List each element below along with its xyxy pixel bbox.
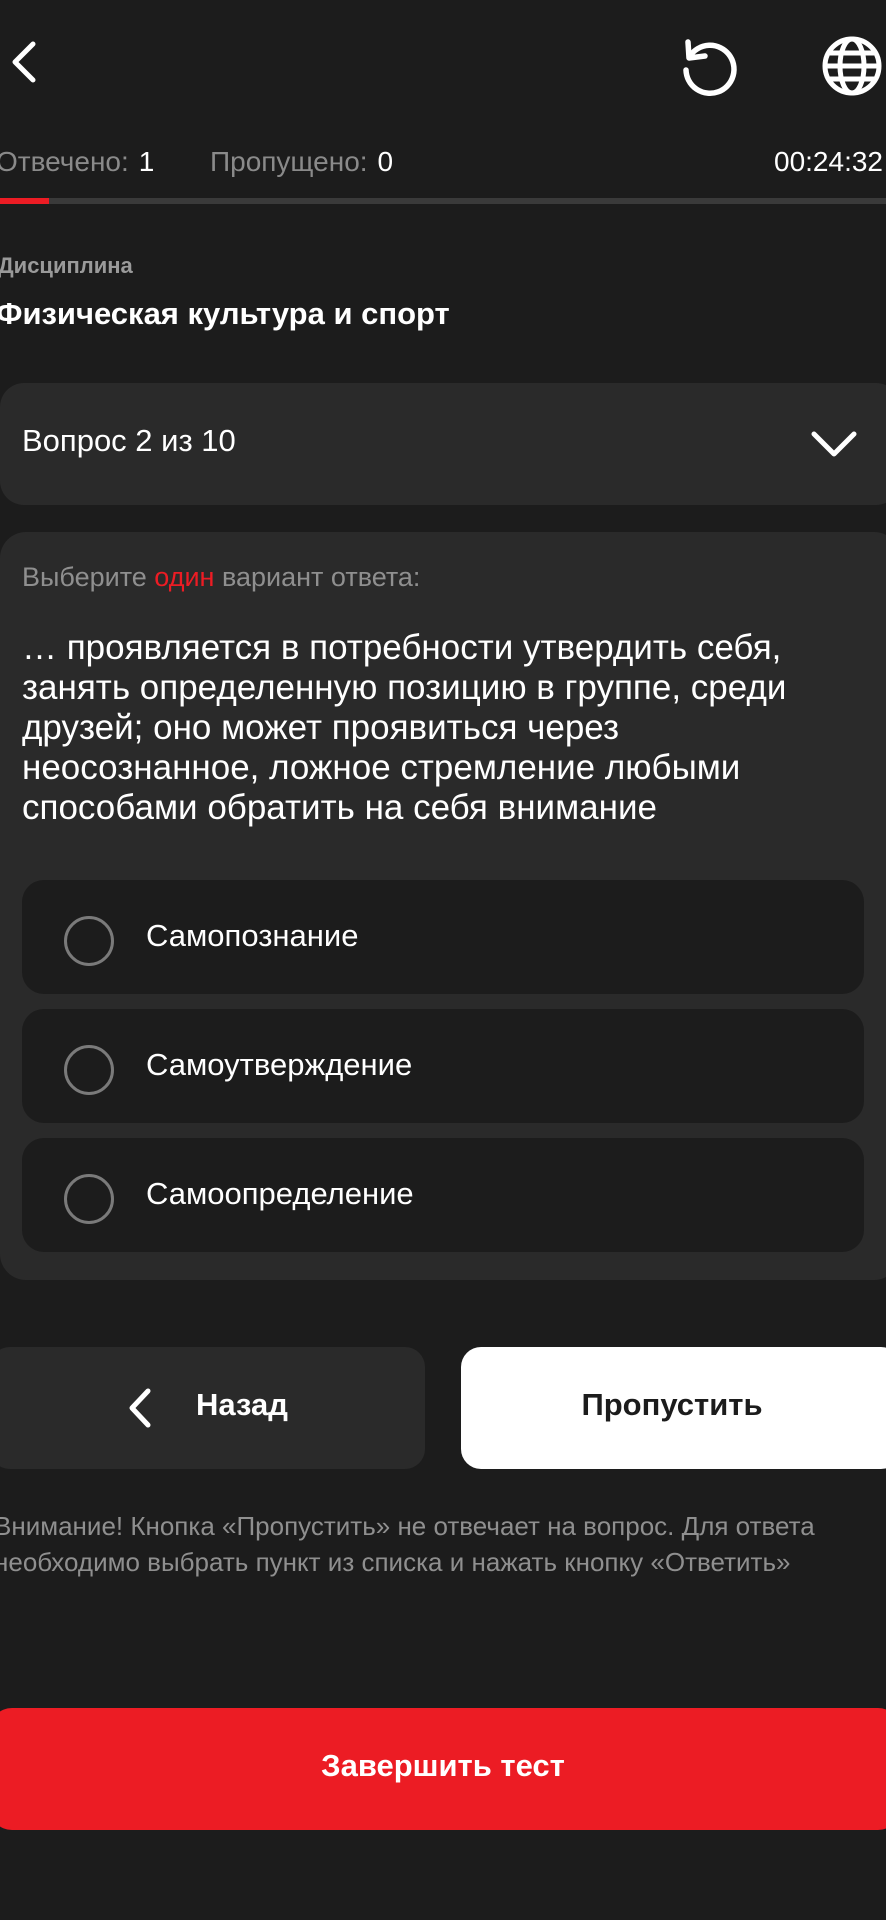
back-button[interactable]: Назад (0, 1347, 425, 1469)
progress-bar (0, 198, 886, 204)
timer: 00:24:32 (774, 146, 883, 177)
answered-label: Отвечено: (0, 146, 129, 177)
radio-button[interactable] (64, 916, 114, 966)
finish-test-button[interactable]: Завершить тест (0, 1708, 886, 1830)
answered-value: 1 (138, 146, 155, 177)
instruction-suffix: вариант ответа: (214, 562, 421, 592)
progress-fill (0, 198, 49, 204)
instruction-prefix: Выберите (22, 562, 155, 592)
answer-option[interactable]: Самоопределение (22, 1138, 864, 1252)
skip-notice: Внимание! Кнопка «Пропустить» не отвечае… (0, 1511, 815, 1577)
finish-test-label: Завершить тест (321, 1748, 565, 1783)
answer-option[interactable]: Самопознание (22, 880, 864, 994)
answer-option-label: Самоопределение (146, 1176, 414, 1211)
instruction-highlight: один (154, 562, 215, 592)
discipline-label: Дисциплина (0, 253, 133, 278)
skip-button-label: Пропустить (581, 1387, 763, 1422)
back-icon[interactable] (0, 30, 48, 94)
discipline-title: Физическая культура и спорт (0, 296, 450, 331)
question-selector-label: Вопрос 2 из 10 (22, 423, 236, 458)
stats-bar: Отвечено: 1 Пропущено: 0 00:24:32 (0, 146, 886, 186)
radio-button[interactable] (64, 1045, 114, 1095)
chevron-left-icon (126, 1385, 156, 1431)
question-card: Выберите один вариант ответа: … проявляе… (0, 532, 886, 1280)
back-button-label: Назад (196, 1387, 288, 1422)
answered-stat: Отвечено: 1 (0, 146, 154, 178)
globe-icon[interactable] (818, 30, 886, 102)
answer-option[interactable]: Самоутверждение (22, 1009, 864, 1123)
skip-button[interactable]: Пропустить (461, 1347, 886, 1469)
chevron-down-icon (806, 419, 862, 469)
answer-instruction: Выберите один вариант ответа: (22, 562, 420, 593)
reload-icon[interactable] (672, 30, 744, 102)
skipped-value: 0 (377, 146, 394, 177)
question-text: … проявляется в потребности утвердить се… (22, 628, 787, 827)
skipped-label: Пропущено: (210, 146, 368, 177)
skipped-stat: Пропущено: 0 (210, 146, 393, 178)
radio-button[interactable] (64, 1174, 114, 1224)
question-selector[interactable]: Вопрос 2 из 10 (0, 383, 886, 505)
answer-option-label: Самоутверждение (146, 1047, 413, 1082)
answer-option-label: Самопознание (146, 918, 359, 953)
